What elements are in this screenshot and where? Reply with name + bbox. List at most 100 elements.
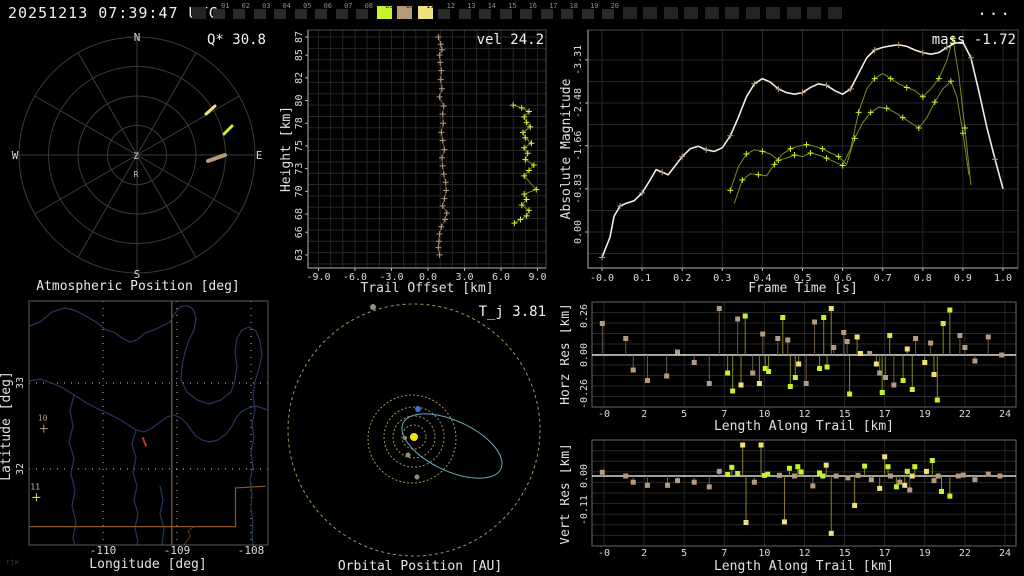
camera-cell-blank[interactable] xyxy=(827,3,845,21)
camera-cell-11[interactable]: 11 xyxy=(417,3,435,21)
camera-cell-blank[interactable] xyxy=(192,3,209,21)
svg-text:19: 19 xyxy=(919,548,931,559)
svg-text:82: 82 xyxy=(294,72,305,84)
q-stat-value: Q* 30.8 xyxy=(207,32,266,48)
svg-text:-9.0: -9.0 xyxy=(306,272,330,283)
camera-cell-15[interactable]: 15 xyxy=(499,3,517,21)
camera-cell-16[interactable]: 16 xyxy=(520,3,537,21)
vertical-residuals-panel: 0.00 -0.11 -0 2 5 7 10 12 15 17 19 22 24 Length Alon… xyxy=(560,439,1017,574)
tisserand-stat-value: T_j 3.81 xyxy=(479,304,546,320)
svg-text:0.9: 0.9 xyxy=(954,273,972,284)
top-bar: 20251213 07:39:47 UTC 01 02 03 04 05 06 07 08 09… xyxy=(0,0,1024,24)
svg-text:10: 10 xyxy=(758,548,770,559)
svg-text:-0: -0 xyxy=(598,409,610,420)
camera-cell-18[interactable]: 18 xyxy=(561,3,578,21)
compass-west-label: W xyxy=(12,149,19,162)
camera-cell-10[interactable]: 10 xyxy=(397,3,414,21)
trail-y-axis-label: Height [km] xyxy=(280,106,294,192)
mass-stat-value: mass -1.72 xyxy=(932,32,1016,48)
orbit-panel-title: Orbital Position [AU] xyxy=(338,559,502,574)
svg-text:2: 2 xyxy=(641,548,647,559)
camera-cell-blank[interactable] xyxy=(663,3,681,21)
svg-text:0.1: 0.1 xyxy=(633,273,651,284)
svg-text:-0: -0 xyxy=(598,548,610,559)
map-plot-layer: 33 32 -110 -109 -108 10 11 xyxy=(15,300,269,557)
vert-res-plot-layer: 0.00 -0.11 -0 2 5 7 10 12 15 17 19 22 24 xyxy=(579,439,1017,559)
svg-text:24: 24 xyxy=(999,548,1011,559)
camera-cell-07[interactable]: 07 xyxy=(335,3,353,21)
svg-text:6.0: 6.0 xyxy=(492,272,510,283)
svg-text:87: 87 xyxy=(294,31,305,43)
svg-text:66: 66 xyxy=(294,226,305,238)
vert-y-axis-label: Vert Res [km] xyxy=(560,443,573,545)
svg-text:7: 7 xyxy=(721,548,727,559)
zenith-label: Z xyxy=(133,152,139,162)
svg-text:10: 10 xyxy=(38,414,48,423)
svg-text:11: 11 xyxy=(30,482,40,491)
svg-text:78: 78 xyxy=(294,117,305,129)
svg-text:73: 73 xyxy=(294,163,305,175)
camera-cell-02[interactable]: 02 xyxy=(233,3,250,21)
mag-y-axis-label: Absolute Magnitude xyxy=(560,78,574,219)
camera-cell-blank[interactable] xyxy=(766,3,783,21)
camera-cell-19[interactable]: 19 xyxy=(581,3,599,21)
camera-cell-17[interactable]: 17 xyxy=(540,3,558,21)
camera-cell-09[interactable]: 09 xyxy=(376,3,394,21)
camera-cell-04[interactable]: 04 xyxy=(274,3,291,21)
magnitude-plot-layer: 0.00-0.83-1.66-2.48-3.31-0.0 0.1 0.2 0.3 0.4… xyxy=(573,29,1019,284)
svg-text:80: 80 xyxy=(294,95,305,107)
camera-cell-blank[interactable] xyxy=(684,3,701,21)
svg-text:22: 22 xyxy=(959,409,971,420)
camera-cell-05[interactable]: 05 xyxy=(294,3,312,21)
svg-text:-0.0: -0.0 xyxy=(590,273,614,284)
camera-cell-14[interactable]: 14 xyxy=(479,3,496,21)
mag-x-axis-label: Frame Time [s] xyxy=(748,281,858,296)
radiant-label: R xyxy=(134,170,139,179)
camera-cell-blank[interactable] xyxy=(704,3,722,21)
camera-cell-blank[interactable] xyxy=(807,3,824,21)
camera-cell-20[interactable]: 20 xyxy=(602,3,619,21)
svg-text:63: 63 xyxy=(294,249,305,261)
light-curve-panel: 0.00-0.83-1.66-2.48-3.31-0.0 0.1 0.2 0.3 0.4… xyxy=(560,29,1019,296)
camera-cell-01[interactable]: 01 xyxy=(212,3,230,21)
svg-text:-0.26: -0.26 xyxy=(579,379,590,409)
svg-text:75: 75 xyxy=(294,140,305,152)
camera-cell-blank[interactable] xyxy=(745,3,763,21)
svg-text:-0.11: -0.11 xyxy=(579,495,590,525)
camera-cell-08[interactable]: 08 xyxy=(356,3,373,21)
camera-cell-blank[interactable] xyxy=(725,3,742,21)
svg-text:17: 17 xyxy=(879,548,891,559)
camera-cell-06[interactable]: 06 xyxy=(315,3,332,21)
overflow-menu-icon[interactable]: ... xyxy=(977,0,1012,19)
svg-text:-1.66: -1.66 xyxy=(573,131,584,161)
svg-text:-109: -109 xyxy=(164,544,191,557)
svg-text:0.8: 0.8 xyxy=(914,273,932,284)
svg-text:32: 32 xyxy=(15,463,26,475)
svg-text:5: 5 xyxy=(681,409,687,420)
svg-text:85: 85 xyxy=(294,49,305,61)
compass-north-label: N xyxy=(134,31,141,44)
svg-text:-110: -110 xyxy=(90,544,117,557)
camera-cell-blank[interactable] xyxy=(622,3,640,21)
camera-cell-12[interactable]: 12 xyxy=(438,3,455,21)
camera-cell-13[interactable]: 13 xyxy=(458,3,476,21)
svg-text:9.0: 9.0 xyxy=(528,272,546,283)
velocity-stat-value: vel 24.2 xyxy=(477,32,544,48)
map-x-axis-label: Longitude [deg] xyxy=(89,557,206,572)
svg-text:-108: -108 xyxy=(238,544,265,557)
svg-text:19: 19 xyxy=(919,409,931,420)
camera-cell-blank[interactable] xyxy=(643,3,660,21)
orbital-position-panel: T_j 3.81 Orbital Position [AU] xyxy=(287,303,546,574)
atmospheric-position-panel: N E S W Z R Q* 30.8 Atmospheric Position… xyxy=(12,31,266,294)
svg-text:0.3: 0.3 xyxy=(713,273,731,284)
svg-text:1.0: 1.0 xyxy=(994,273,1012,284)
camera-cell-blank[interactable] xyxy=(786,3,804,21)
horz-y-axis-label: Horz Res [km] xyxy=(560,303,573,405)
svg-text:0.00: 0.00 xyxy=(573,220,584,244)
camera-cell-03[interactable]: 03 xyxy=(253,3,271,21)
svg-text:0.26: 0.26 xyxy=(579,304,590,328)
svg-text:-3.31: -3.31 xyxy=(573,45,584,75)
svg-text:5: 5 xyxy=(681,548,687,559)
svg-text:68: 68 xyxy=(294,208,305,220)
vert-x-axis-label: Length Along Trail [km] xyxy=(714,559,894,574)
